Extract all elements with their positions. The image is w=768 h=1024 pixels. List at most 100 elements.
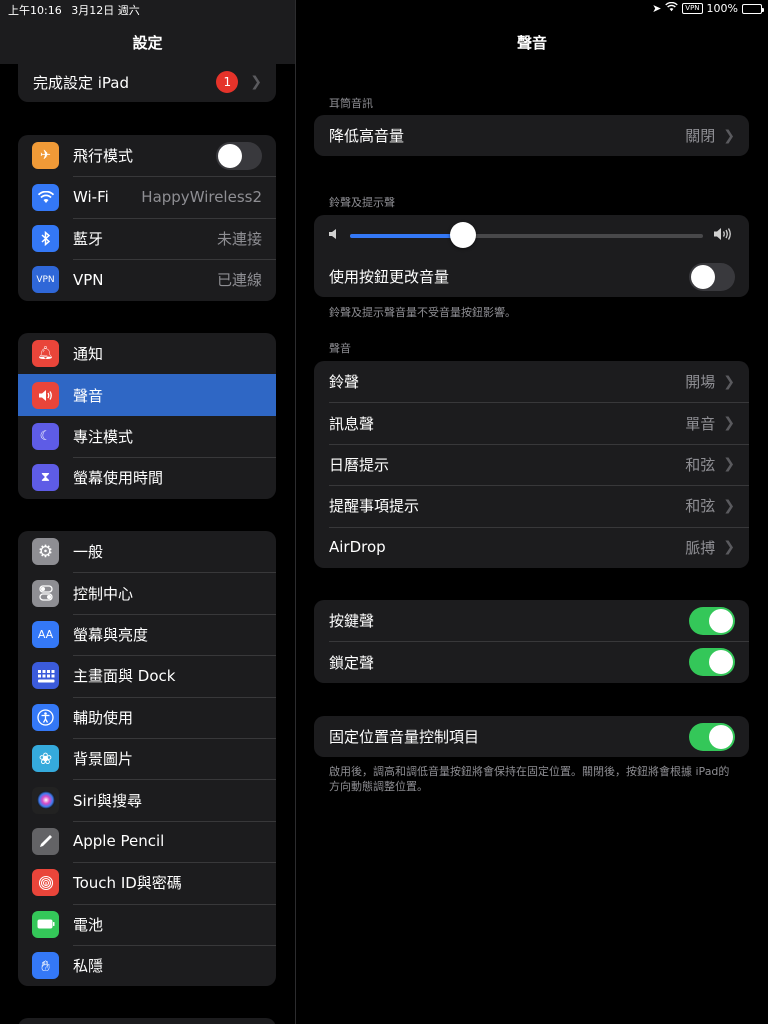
ringer-volume-row [314,215,749,256]
sidebar-item-label: 聲音 [73,386,104,405]
sidebar-item-label: 私隱 [73,957,104,976]
wifi-network-name: HappyWireless2 [141,188,262,207]
sound-value: 脈搏 [685,538,716,557]
siri-icon [32,786,59,814]
sidebar-item-label: 螢幕使用時間 [73,469,164,488]
sidebar-item-screen-time[interactable]: ⧗ 螢幕使用時間 [18,457,276,498]
sidebar-item-bluetooth[interactable]: 藍牙 未連接 [18,217,276,259]
earphone-audio-header: 耳筒音訊 [329,97,373,110]
fixed-volume-label: 固定位置音量控制項目 [329,728,480,747]
sidebar-item-label: Apple Pencil [73,832,165,851]
moon-icon: ☾ [32,422,59,450]
sidebar-item-label: 輔助使用 [73,708,134,727]
speaker-icon [32,381,59,409]
sidebar-item-label: 飛行模式 [73,147,134,166]
sidebar-item-focus[interactable]: ☾ 專注模式 [18,416,276,457]
sidebar-item-label: 一般 [73,543,104,562]
sidebar-item-airplane[interactable]: ✈ 飛行模式 [18,135,276,176]
airplane-mode-toggle[interactable] [216,141,262,170]
sidebar-item-notifications[interactable]: 🔔︎ 通知 [18,333,276,374]
text-tone-row[interactable]: 訊息聲 單音 ❯ [314,402,749,443]
sidebar-item-wallpaper[interactable]: ❀ 背景圖片 [18,737,276,779]
reduce-loud-audio-row[interactable]: 降低高音量 關閉 ❯ [314,115,749,156]
sound-label: 訊息聲 [329,414,375,433]
fixed-volume-footer: 啟用後，調高和調低音量按鈕將會保持在固定位置。關閉後，按鈕將會根據 iPad的方… [329,765,730,793]
bluetooth-status: 未連接 [216,229,262,248]
sidebar-item-label: 通知 [73,345,104,364]
change-with-buttons-toggle[interactable] [689,262,735,291]
ringer-group: 使用按鈕更改音量 [314,215,749,298]
slider-knob[interactable] [449,221,476,248]
airdrop-row[interactable]: AirDrop 脈搏 ❯ [314,526,749,568]
earphone-group: 降低高音量 關閉 ❯ [314,115,749,157]
setup-group: 完成設定 iPad 1 ❯ [18,62,276,102]
reminder-alerts-row[interactable]: 提醒事項提示 和弦 ❯ [314,485,749,526]
connectivity-group: ✈ 飛行模式 Wi-Fi HappyWireless2 藍牙 未連接 VPN V… [18,135,276,301]
accessibility-icon [32,703,59,731]
hourglass-icon: ⧗ [32,464,59,492]
ringer-footer: 鈴聲及提示聲音量不受音量按鈕影響。 [329,306,516,319]
sidebar-item-home-screen[interactable]: 主畫面與 Dock [18,655,276,696]
sounds-group: 鈴聲 開場 ❯ 訊息聲 單音 ❯ 日曆提示 和弦 ❯ 提醒事項提示 和弦 ❯ A… [314,361,749,568]
setup-ipad-row[interactable]: 完成設定 iPad 1 ❯ [18,62,276,102]
ringer-alerts-header: 鈴聲及提示聲 [329,196,395,209]
home-grid-icon [32,662,59,690]
sidebar-item-touch-id[interactable]: Touch ID與密碼 [18,862,276,903]
ringer-volume-slider[interactable] [350,221,703,248]
sounds-header: 聲音 [329,342,351,355]
sidebar-item-sounds[interactable]: 聲音 [18,374,276,416]
status-time: 上午10:16 [8,4,62,17]
next-group [18,1018,276,1024]
speaker-low-icon [328,228,340,244]
sound-value: 和弦 [685,497,716,516]
notification-badge: 1 [216,71,239,93]
fixed-volume-row: 固定位置音量控制項目 [314,716,749,757]
sound-label: 日曆提示 [329,455,390,474]
sidebar-item-wifi[interactable]: Wi-Fi HappyWireless2 [18,176,276,217]
calendar-alerts-row[interactable]: 日曆提示 和弦 ❯ [314,443,749,485]
pencil-icon [32,827,59,855]
fixed-volume-group: 固定位置音量控制項目 [314,716,749,758]
airplane-icon: ✈ [32,142,59,170]
sound-label: AirDrop [329,538,386,557]
sidebar-item-accessibility[interactable]: 輔助使用 [18,696,276,738]
sound-value: 和弦 [685,455,716,474]
sidebar-item-label: 背景圖片 [73,750,134,769]
detail-pane: 聲音 耳筒音訊 降低高音量 關閉 ❯ 鈴聲及提示聲 使用按鈕更改音量 鈴聲及提示… [296,0,768,1024]
ringtone-row[interactable]: 鈴聲 開場 ❯ [314,361,749,402]
sidebar-item-control-center[interactable]: 控制中心 [18,572,276,613]
change-with-buttons-row: 使用按鈕更改音量 [314,256,749,297]
chevron-right-icon: ❯ [723,456,735,473]
fixed-volume-toggle[interactable] [689,722,735,751]
sidebar-item-display[interactable]: AA 螢幕與亮度 [18,613,276,655]
system-sounds-group: 按鍵聲 鎖定聲 [314,600,749,683]
sidebar-item-label: 控制中心 [73,584,134,603]
keyboard-clicks-toggle[interactable] [689,606,735,635]
slider-fill [350,233,463,238]
sidebar-title: 設定 [132,34,163,52]
sidebar-item-general[interactable]: ⚙ 一般 [18,531,276,572]
sound-value: 單音 [685,414,716,433]
sidebar-item-battery[interactable]: 電池 [18,903,276,945]
sidebar-item-label: 藍牙 [73,229,104,248]
switches-icon [32,579,59,607]
chevron-right-icon: ❯ [723,539,735,556]
wifi-icon [32,183,59,211]
sidebar-item-apple-pencil[interactable]: Apple Pencil [18,820,276,862]
status-date: 3月12日 週六 [71,4,140,17]
sidebar-item-vpn[interactable]: VPN VPN 已連線 [18,259,276,300]
sidebar-item-label: 專注模式 [73,427,134,446]
lock-sound-row: 鎖定聲 [314,641,749,682]
sidebar-item-siri[interactable]: Siri與搜尋 [18,779,276,820]
text-size-icon: AA [32,620,59,648]
lock-sound-toggle[interactable] [689,648,735,677]
setup-ipad-label: 完成設定 iPad [33,73,130,92]
sidebar-item-label: Siri與搜尋 [73,791,143,810]
sound-label: 鈴聲 [329,373,360,392]
bell-icon: 🔔︎ [32,340,59,368]
sidebar-item-privacy[interactable]: ✋︎ 私隱 [18,944,276,986]
page-title: 聲音 [516,34,547,52]
status-bar-left: 上午10:16 3月12日 週六 [8,2,140,18]
change-with-buttons-label: 使用按鈕更改音量 [329,268,450,287]
lock-sound-label: 鎖定聲 [329,653,375,672]
